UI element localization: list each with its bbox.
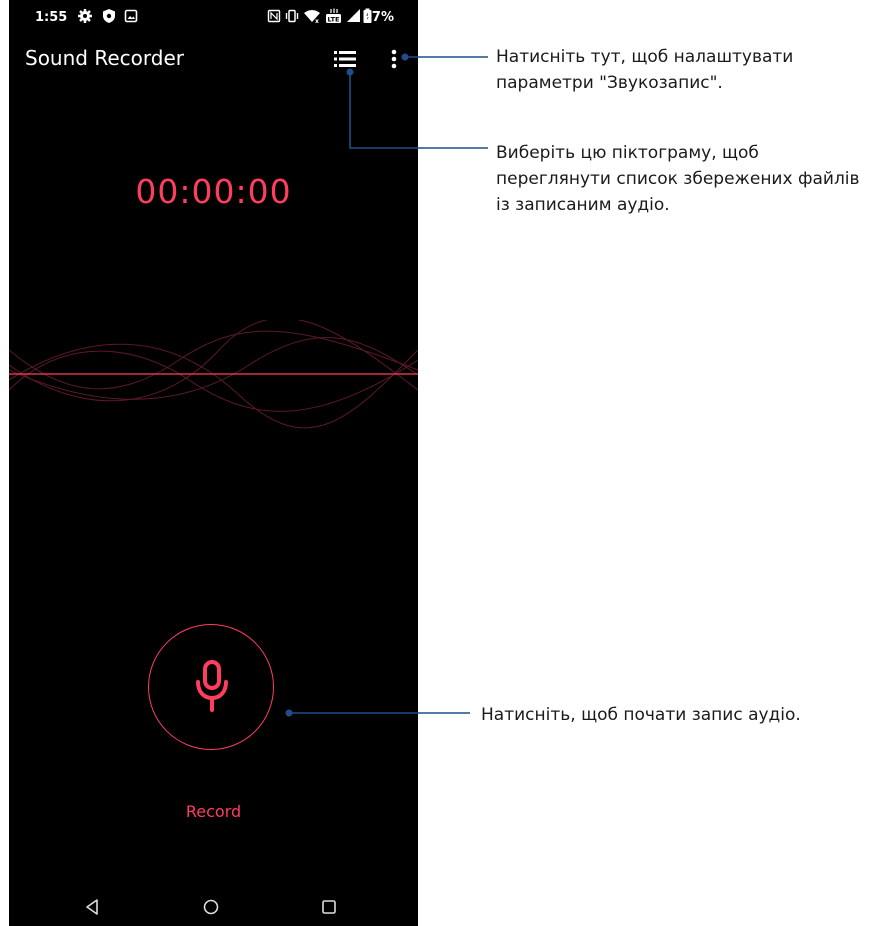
callout-lines xyxy=(285,53,488,717)
callout-record: Натисніть, щоб почати запис аудіо. xyxy=(481,705,801,725)
callout-menu: Натисніть тут, щоб налаштувати параметри… xyxy=(496,47,794,93)
callout-list: Виберіть цю піктограму, щоб переглянути … xyxy=(496,143,860,215)
